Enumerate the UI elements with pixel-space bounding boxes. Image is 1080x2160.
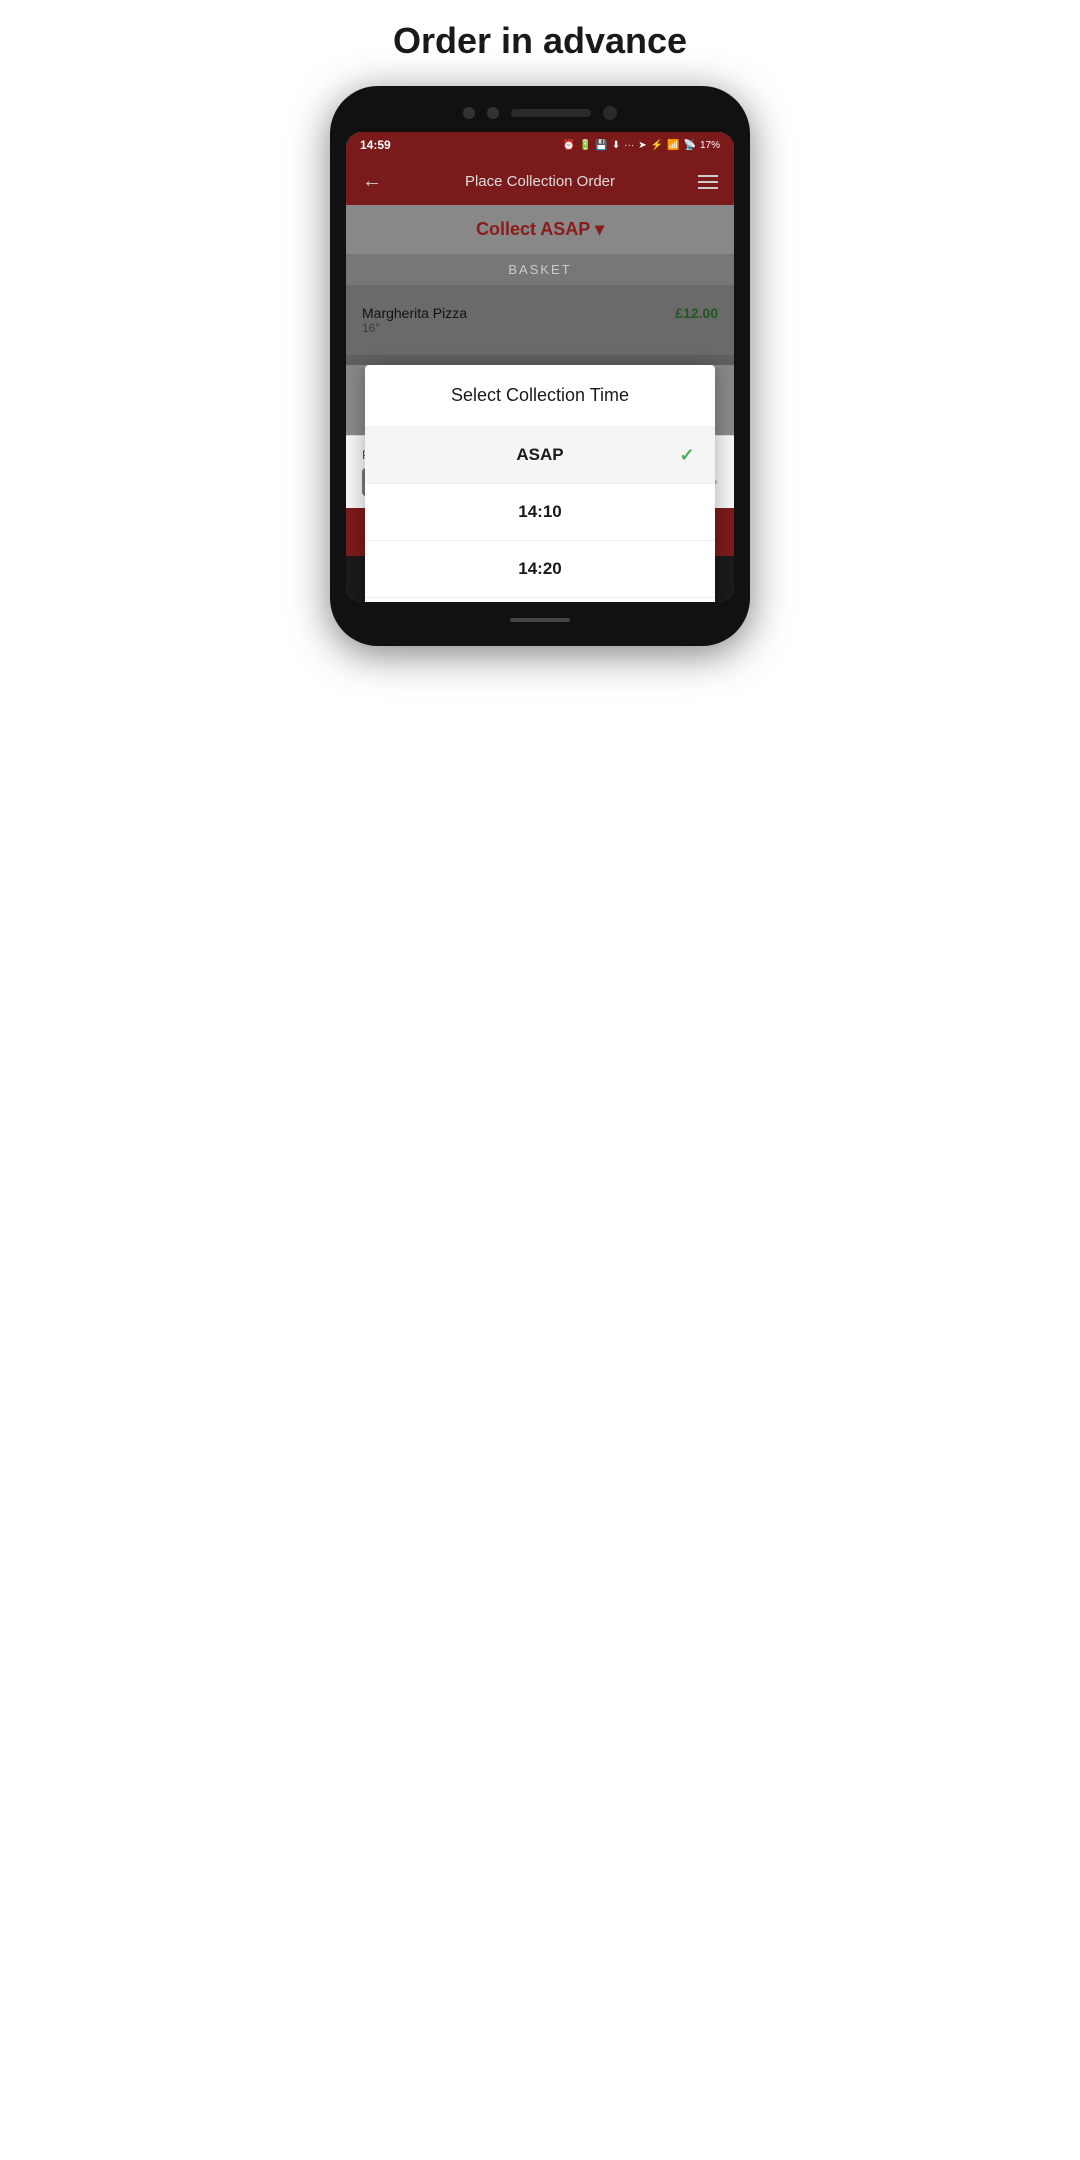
header-title: Place Collection Order bbox=[465, 173, 615, 190]
menu-line-2 bbox=[698, 181, 718, 183]
signal-icon: 📶 bbox=[667, 140, 679, 151]
front-camera bbox=[603, 106, 617, 120]
collection-time-modal: Select Collection Time ASAP ✓ 14:10 14:2… bbox=[365, 365, 714, 602]
alarm-icon: ⏰ bbox=[562, 140, 574, 151]
location-icon: ➤ bbox=[638, 140, 646, 151]
phone-bottom bbox=[346, 610, 734, 630]
battery-level: 17% bbox=[700, 140, 720, 151]
menu-line-3 bbox=[698, 187, 718, 189]
collect-asap-row[interactable]: Collect ASAP ▾ bbox=[346, 205, 734, 254]
speaker-bar bbox=[511, 109, 591, 117]
time-option-1420[interactable]: 14:20 bbox=[365, 541, 714, 598]
screen-content: 14:59 ⏰ 🔋 💾 ⬇ ··· ➤ ⚡ 📶 📡 17% ← Place Co bbox=[346, 132, 734, 602]
phone-top-bar bbox=[346, 102, 734, 124]
phone-screen: 14:59 ⏰ 🔋 💾 ⬇ ··· ➤ ⚡ 📶 📡 17% ← Place Co bbox=[346, 132, 734, 602]
time-label-asap: ASAP bbox=[516, 445, 563, 465]
back-button[interactable]: ← bbox=[362, 170, 382, 193]
wifi-icon: 📡 bbox=[684, 140, 696, 151]
collect-asap-text: Collect ASAP ▾ bbox=[476, 219, 604, 239]
page-title: Order in advance bbox=[393, 20, 687, 62]
camera-dot-left bbox=[463, 107, 475, 119]
sd-icon: 💾 bbox=[595, 140, 607, 151]
collect-chevron-icon: ▾ bbox=[595, 219, 604, 239]
app-header: ← Place Collection Order bbox=[346, 158, 734, 205]
basket-area: Margherita Pizza 16" £12.00 Select Colle… bbox=[346, 285, 734, 355]
status-bar: 14:59 ⏰ 🔋 💾 ⬇ ··· ➤ ⚡ 📶 📡 17% bbox=[346, 132, 734, 158]
phone-frame: 14:59 ⏰ 🔋 💾 ⬇ ··· ➤ ⚡ 📶 📡 17% ← Place Co bbox=[330, 86, 750, 646]
dots-icon: ··· bbox=[624, 140, 634, 151]
basket-header: BASKET bbox=[346, 254, 734, 285]
time-label-1410: 14:10 bbox=[518, 502, 561, 522]
download-icon: ⬇ bbox=[612, 140, 620, 151]
modal-title: Select Collection Time bbox=[365, 365, 714, 427]
menu-line-1 bbox=[698, 175, 718, 177]
status-icons: ⏰ 🔋 💾 ⬇ ··· ➤ ⚡ 📶 📡 17% bbox=[562, 140, 720, 151]
battery-icon: 🔋 bbox=[579, 140, 591, 151]
menu-button[interactable] bbox=[698, 175, 718, 189]
time-option-asap[interactable]: ASAP ✓ bbox=[365, 427, 714, 484]
check-icon: ✓ bbox=[680, 445, 695, 466]
bluetooth-icon: ⚡ bbox=[651, 140, 663, 151]
basket-label: BASKET bbox=[508, 262, 571, 277]
time-option-1410[interactable]: 14:10 bbox=[365, 484, 714, 541]
time-label-1420: 14:20 bbox=[518, 559, 561, 579]
collect-asap-label: Collect ASAP bbox=[476, 219, 590, 239]
status-time: 14:59 bbox=[360, 138, 391, 152]
home-indicator bbox=[510, 618, 570, 622]
camera-dot-right bbox=[487, 107, 499, 119]
modal-overlay: Select Collection Time ASAP ✓ 14:10 14:2… bbox=[346, 285, 734, 365]
time-option-1430[interactable]: 14:30 bbox=[365, 598, 714, 602]
